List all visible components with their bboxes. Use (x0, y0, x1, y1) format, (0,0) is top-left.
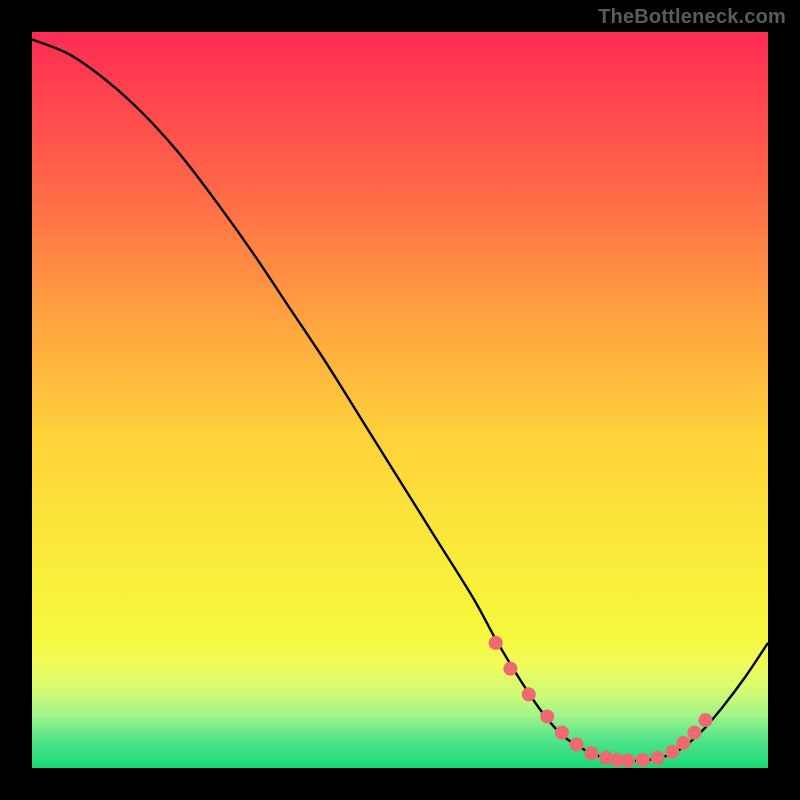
marker-dot (688, 726, 701, 739)
chart-frame: { "attribution": "TheBottleneck.com", "p… (0, 0, 800, 800)
marker-dot (677, 736, 690, 749)
attribution-watermark: TheBottleneck.com (598, 6, 786, 29)
marker-dot (699, 714, 712, 727)
marker-dot (522, 688, 535, 701)
marker-dot (636, 753, 649, 766)
marker-dot (541, 710, 554, 723)
marker-dot (555, 726, 568, 739)
plot-background (32, 32, 768, 768)
bottleneck-chart (0, 0, 800, 800)
marker-dot (504, 662, 517, 675)
marker-dot (570, 738, 583, 751)
marker-dot (585, 747, 598, 760)
marker-dot (651, 751, 664, 764)
marker-dot (622, 754, 635, 767)
marker-dot (489, 636, 502, 649)
marker-dot (666, 745, 679, 758)
